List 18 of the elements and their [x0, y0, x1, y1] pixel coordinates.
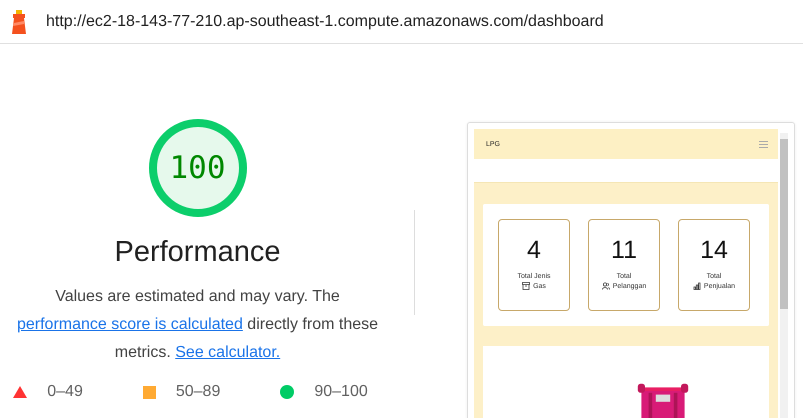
box-icon [522, 282, 530, 290]
range-label: 90–100 [314, 383, 368, 401]
scrollbar[interactable] [780, 133, 788, 418]
lighthouse-icon [9, 8, 29, 34]
score-link[interactable]: performance score is calculated [16, 316, 243, 333]
stat-value: 11 [611, 236, 637, 265]
score-description: Values are estimated and may vary. The performance score is calculated directly from these metrics. See calculator. [16, 287, 380, 363]
stat-value: 4 [527, 236, 541, 265]
calculator-link[interactable]: See calculator. [175, 344, 280, 361]
chart-icon [692, 282, 701, 290]
page-url: http://ec2-18-143-77-210.ap-southeast-1.compute.amazonaws.com/dashboard [46, 12, 604, 30]
stat-value: 14 [700, 236, 728, 265]
range-label: 50–89 [176, 383, 220, 401]
category-title: Performance [114, 236, 280, 269]
range-label: 0–49 [47, 383, 83, 401]
menu-icon [759, 140, 768, 148]
people-icon [602, 282, 610, 290]
score-value: 100 [168, 149, 226, 188]
